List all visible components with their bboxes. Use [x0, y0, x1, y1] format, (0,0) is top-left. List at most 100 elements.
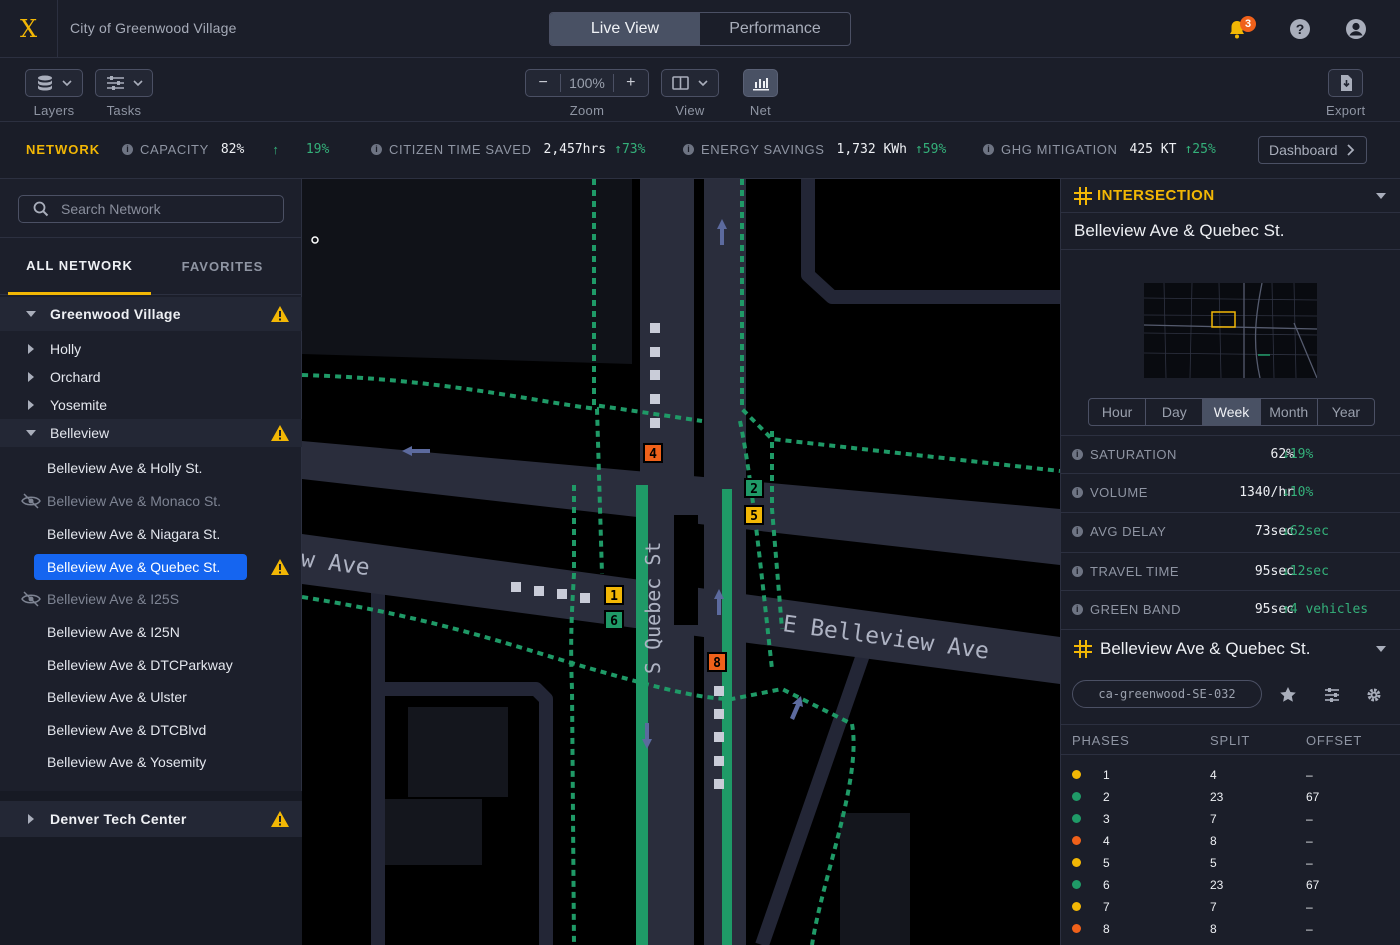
info-icon[interactable]: i [122, 144, 133, 155]
controller-header[interactable]: Belleview Ave & Quebec St. [1061, 629, 1400, 667]
svg-text:?: ? [1296, 21, 1305, 37]
view-tool: View [661, 69, 719, 118]
tree-group-greenwood-village[interactable]: Greenwood Village [0, 297, 302, 331]
intersection-item[interactable]: Belleview Ave & Yosemity [0, 748, 302, 776]
phase-marker-8[interactable]: 8 [707, 652, 727, 672]
tab-all-network[interactable]: ALL NETWORK [8, 238, 151, 295]
tab-live-view[interactable]: Live View [550, 13, 700, 45]
tree-group-label: Greenwood Village [50, 306, 181, 322]
map-canvas[interactable]: E Belleview Ave w Ave S Quebec St 4 2 5 … [302, 179, 1060, 945]
info-icon[interactable]: i [1072, 566, 1083, 577]
search-network-input[interactable]: Search Network [18, 195, 284, 223]
hidden-eye-icon [21, 493, 41, 509]
info-icon[interactable]: i [1072, 526, 1083, 537]
phase-row[interactable]: 2 23 67 [1061, 786, 1400, 808]
phase-number: 1 [1103, 768, 1110, 782]
tasks-tool: Tasks [95, 69, 153, 118]
tab-favorites[interactable]: FAVORITES [151, 238, 294, 295]
help-icon[interactable]: ? [1289, 18, 1311, 40]
zoom-in-button[interactable]: + [612, 74, 648, 92]
sliders-icon[interactable] [1323, 686, 1341, 704]
tasks-button[interactable] [95, 69, 153, 97]
info-icon[interactable]: i [683, 144, 694, 155]
layers-button[interactable] [25, 69, 83, 97]
intersection-label: Belleview Ave & I25N [47, 624, 180, 640]
caret-down-icon [1376, 192, 1386, 199]
period-hour[interactable]: Hour [1089, 399, 1147, 425]
phase-marker-1[interactable]: 1 [604, 585, 624, 605]
chevron-right-icon [1346, 144, 1354, 156]
tab-performance[interactable]: Performance [700, 13, 850, 45]
metric-green-band: i GREEN BAND 95sec ↑4 vehicles [1061, 590, 1400, 628]
phase-row[interactable]: 4 8 – [1061, 830, 1400, 852]
info-icon[interactable]: i [983, 144, 994, 155]
kpi-energy: i ENERGY SAVINGS 1,732 KWh ↑59% [683, 142, 946, 157]
controller-name: Belleview Ave & Quebec St. [1100, 638, 1311, 658]
intersection-item[interactable]: Belleview Ave & DTCParkway [0, 651, 302, 679]
tree-item-belleview[interactable]: Belleview [0, 419, 302, 447]
phase-row[interactable]: 3 7 – [1061, 808, 1400, 830]
period-week[interactable]: Week [1203, 399, 1261, 425]
search-icon [33, 201, 49, 217]
kpi-capacity-label: CAPACITY [140, 142, 209, 157]
phase-marker-label: 6 [610, 614, 618, 629]
intersection-grid-icon [1074, 186, 1092, 205]
intersection-item[interactable]: Belleview Ave & Niagara St. [0, 520, 302, 548]
tree-item-holly[interactable]: Holly [0, 335, 302, 363]
period-year[interactable]: Year [1318, 399, 1374, 425]
app-logo[interactable]: X [0, 0, 58, 58]
period-day[interactable]: Day [1146, 399, 1204, 425]
dashboard-button[interactable]: Dashboard [1258, 136, 1367, 164]
gear-icon[interactable] [1365, 686, 1383, 704]
phase-row[interactable]: 5 5 – [1061, 852, 1400, 874]
layout-grid-icon [672, 76, 708, 90]
intersection-label: Belleview Ave & Ulster [47, 689, 187, 705]
kpi-energy-label: ENERGY SAVINGS [701, 142, 825, 157]
info-icon[interactable]: i [371, 144, 382, 155]
phase-split: 23 [1210, 878, 1224, 892]
intersection-item[interactable]: Belleview Ave & I25N [0, 618, 302, 646]
phase-offset: 67 [1306, 790, 1320, 804]
user-account-icon[interactable] [1345, 18, 1367, 40]
intersection-item-selected[interactable]: Belleview Ave & Quebec St. [0, 553, 302, 581]
phase-row[interactable]: 7 7 – [1061, 896, 1400, 918]
intersection-item[interactable]: Belleview Ave & DTCBlvd [0, 716, 302, 744]
info-icon[interactable]: i [1072, 604, 1083, 615]
tree-item-label: Holly [50, 341, 82, 357]
view-button[interactable] [661, 69, 719, 97]
period-month[interactable]: Month [1261, 399, 1318, 425]
info-icon[interactable]: i [1072, 487, 1083, 498]
tree-item-yosemite[interactable]: Yosemite [0, 391, 302, 419]
info-icon[interactable]: i [1072, 449, 1083, 460]
zoom-out-button[interactable]: − [526, 74, 562, 92]
intersection-mini-map[interactable] [1143, 282, 1318, 379]
star-icon[interactable] [1279, 686, 1297, 704]
tree-item-label: Yosemite [50, 397, 108, 413]
device-id-pill[interactable]: ca-greenwood-SE-032 [1072, 680, 1262, 708]
phase-marker-5[interactable]: 5 [744, 505, 764, 525]
phase-row[interactable]: 1 4 – [1061, 764, 1400, 786]
tree-group-denver-tech-center[interactable]: Denver Tech Center [0, 801, 302, 837]
phase-number: 5 [1103, 856, 1110, 870]
phase-row[interactable]: 8 8 – [1061, 918, 1400, 940]
intersection-item[interactable]: Belleview Ave & I25S [0, 585, 302, 613]
phase-row[interactable]: 6 23 67 [1061, 874, 1400, 896]
search-placeholder: Search Network [61, 201, 161, 217]
intersection-item[interactable]: Belleview Ave & Monaco St. [0, 487, 302, 515]
phase-split: 8 [1210, 834, 1217, 848]
phase-number: 7 [1103, 900, 1110, 914]
net-button[interactable] [743, 69, 778, 97]
phase-marker-2[interactable]: 2 [744, 478, 764, 498]
traffic-map[interactable]: E Belleview Ave w Ave S Quebec St 4 2 5 … [302, 179, 1060, 945]
metric-delta: ↓62sec [1282, 524, 1329, 539]
phase-marker-4[interactable]: 4 [643, 443, 663, 463]
intersection-section-header[interactable]: INTERSECTION [1061, 179, 1400, 213]
kpi-capacity: i CAPACITY 82% ↑ 19% [122, 142, 329, 157]
phase-marker-6[interactable]: 6 [604, 610, 624, 630]
export-button[interactable] [1328, 69, 1364, 97]
notifications-bell-icon[interactable]: 3 [1227, 16, 1256, 40]
intersection-item[interactable]: Belleview Ave & Ulster [0, 683, 302, 711]
intersection-item[interactable]: Belleview Ave & Holly St. [0, 454, 302, 482]
tree-item-orchard[interactable]: Orchard [0, 363, 302, 391]
metric-label: SATURATION [1090, 447, 1177, 462]
